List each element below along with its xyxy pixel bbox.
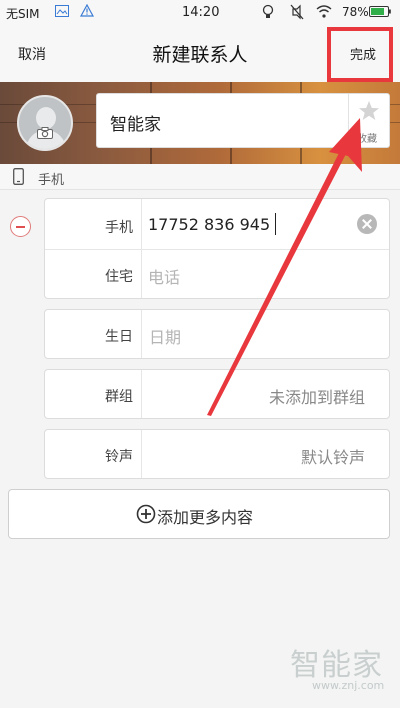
add-circle-icon (136, 504, 156, 524)
birthday-input[interactable]: 日期 (149, 324, 181, 348)
remove-phone-button[interactable] (10, 216, 31, 237)
label-divider (141, 430, 142, 478)
clock: 14:20 (182, 5, 220, 20)
wifi-icon (316, 5, 332, 18)
star-icon[interactable] (358, 100, 380, 122)
done-highlight-box (327, 27, 393, 82)
ringtone-card[interactable]: 铃声 默认铃声 (44, 429, 390, 479)
battery-icon (369, 6, 391, 17)
mobile-label: 手机 (105, 220, 133, 236)
camera-icon[interactable] (37, 127, 53, 139)
phone-icon (13, 168, 24, 185)
minus-icon (16, 226, 25, 228)
ringtone-label: 铃声 (105, 449, 133, 465)
watermark-brand: 智能家 (290, 648, 383, 683)
name-field[interactable]: 智能家 收藏 (96, 93, 390, 148)
home-input[interactable]: 电话 (148, 264, 180, 288)
birthday-card[interactable]: 生日 日期 (44, 309, 390, 359)
avatar-head (36, 107, 56, 129)
bulb-icon (262, 4, 274, 18)
carrier-text: 无SIM (6, 7, 40, 21)
add-more-button[interactable]: 添加更多内容 (8, 489, 390, 539)
birthday-label: 生日 (105, 329, 133, 345)
group-value[interactable]: 未添加到群组 (269, 384, 365, 408)
group-label: 群组 (105, 389, 133, 405)
status-bar: 无SIM 14:20 78% (0, 0, 400, 26)
name-value: 智能家 (110, 115, 161, 135)
watermark-logo: 智能家 www.znj.com (290, 640, 392, 702)
mute-icon (290, 4, 304, 20)
home-label: 住宅 (105, 269, 133, 285)
avatar[interactable] (17, 95, 73, 151)
add-more-label: 添加更多内容 (157, 508, 254, 527)
label-divider (141, 310, 142, 358)
group-card[interactable]: 群组 未添加到群组 (44, 369, 390, 419)
ringtone-value[interactable]: 默认铃声 (301, 444, 365, 468)
text-cursor (275, 213, 276, 235)
favorite-label: 收藏 (357, 134, 377, 145)
warning-icon (80, 4, 94, 17)
row-divider (45, 249, 389, 250)
mobile-input[interactable]: 17752 836 945 (148, 215, 270, 234)
phone-card: 手机 住宅 (44, 198, 390, 299)
watermark-url: www.znj.com (312, 679, 385, 692)
phone-section-label: 手机 (38, 173, 65, 188)
phone-section-header: 手机 (0, 164, 400, 190)
gallery-icon (55, 5, 69, 17)
clear-input-button[interactable] (357, 214, 377, 234)
battery-percent: 78% (342, 5, 369, 19)
label-divider (141, 370, 142, 418)
name-divider (348, 94, 349, 147)
